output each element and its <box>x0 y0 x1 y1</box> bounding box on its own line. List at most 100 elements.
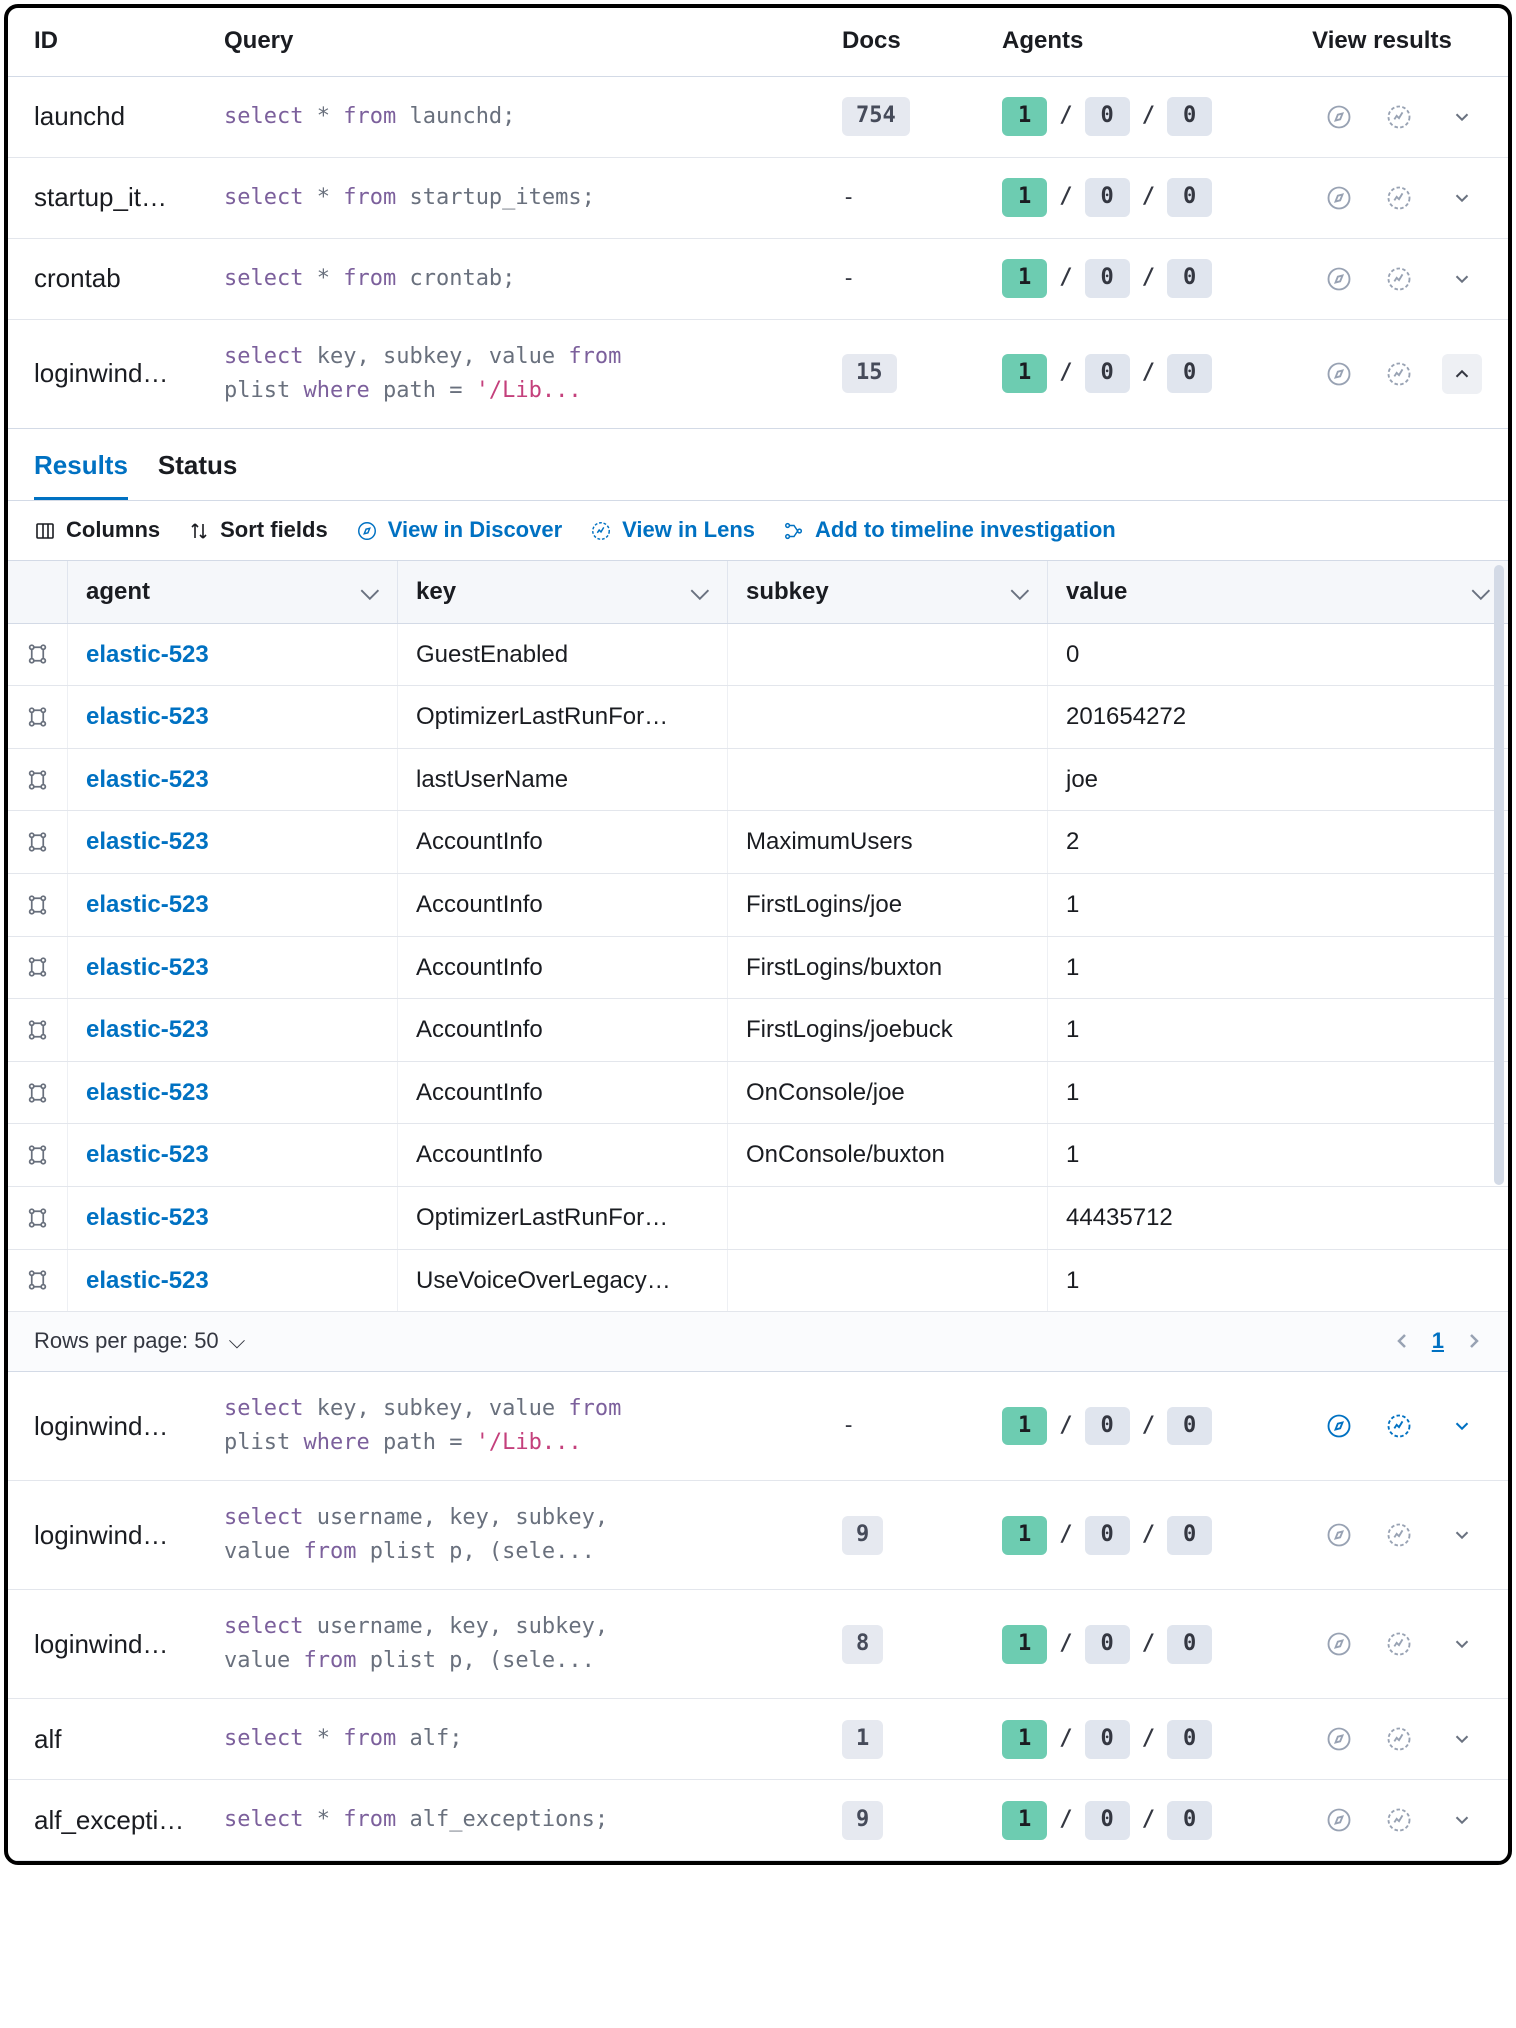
cell-subkey: FirstLogins/buxton <box>728 937 1048 999</box>
tab-status[interactable]: Status <box>158 447 237 500</box>
cell-value: 1 <box>1048 1250 1508 1312</box>
cell-subkey: OnConsole/joe <box>728 1062 1048 1124</box>
lens-icon[interactable] <box>1382 1722 1416 1756</box>
chevron-down-icon: ⌵ <box>1472 575 1490 609</box>
results-toolbar: Columns Sort fields View in Discover Vie… <box>8 501 1508 561</box>
expand-toggle[interactable] <box>1442 1800 1482 1840</box>
agent-pending-chip: 0 <box>1085 1407 1130 1446</box>
lens-icon[interactable] <box>1382 357 1416 391</box>
lens-icon[interactable] <box>1382 100 1416 134</box>
cell-agent[interactable]: elastic-523 <box>68 1062 398 1124</box>
cell-key: lastUserName <box>398 749 728 811</box>
row-tree-icon[interactable] <box>8 749 68 811</box>
header-docs: Docs <box>842 24 1002 58</box>
docs-badge: 1 <box>842 1720 883 1759</box>
lens-icon[interactable] <box>1382 1627 1416 1661</box>
grid-header-value[interactable]: value⌵ <box>1048 561 1508 623</box>
columns-button[interactable]: Columns <box>34 515 160 546</box>
cell-value: joe <box>1048 749 1508 811</box>
row-actions <box>1282 97 1482 137</box>
expand-toggle[interactable] <box>1442 1515 1482 1555</box>
expand-toggle[interactable] <box>1442 354 1482 394</box>
tab-results[interactable]: Results <box>34 447 128 500</box>
docs-badge: 754 <box>842 97 910 136</box>
row-tree-icon[interactable] <box>8 1124 68 1186</box>
row-actions <box>1282 1624 1482 1664</box>
agents-cell: 1 / 0 / 0 <box>1002 1720 1282 1759</box>
grid-header-agent[interactable]: agent⌵ <box>68 561 398 623</box>
row-tree-icon[interactable] <box>8 874 68 936</box>
discover-icon[interactable] <box>1322 1803 1356 1837</box>
expand-toggle[interactable] <box>1442 178 1482 218</box>
docs-cell: 9 <box>842 1516 1002 1555</box>
expand-toggle[interactable] <box>1442 1624 1482 1664</box>
rows-per-page[interactable]: Rows per page: 50 ⌵ <box>34 1326 245 1357</box>
agent-failed-chip: 0 <box>1167 1407 1212 1446</box>
grid-header-subkey[interactable]: subkey⌵ <box>728 561 1048 623</box>
compass-icon <box>356 520 378 542</box>
discover-icon[interactable] <box>1322 1409 1356 1443</box>
lens-icon[interactable] <box>1382 1409 1416 1443</box>
agents-cell: 1 / 0 / 0 <box>1002 97 1282 136</box>
cell-agent[interactable]: elastic-523 <box>68 624 398 686</box>
row-tree-icon[interactable] <box>8 1062 68 1124</box>
row-tree-icon[interactable] <box>8 624 68 686</box>
discover-icon[interactable] <box>1322 181 1356 215</box>
grid-header-key[interactable]: key⌵ <box>398 561 728 623</box>
header-query: Query <box>224 24 842 58</box>
cell-agent[interactable]: elastic-523 <box>68 1250 398 1312</box>
timeline-label: Add to timeline investigation <box>815 515 1116 546</box>
cell-agent[interactable]: elastic-523 <box>68 937 398 999</box>
expand-toggle[interactable] <box>1442 97 1482 137</box>
lens-icon[interactable] <box>1382 262 1416 296</box>
cell-agent[interactable]: elastic-523 <box>68 811 398 873</box>
discover-icon[interactable] <box>1322 1518 1356 1552</box>
expand-toggle[interactable] <box>1442 1406 1482 1446</box>
discover-icon[interactable] <box>1322 100 1356 134</box>
row-tree-icon[interactable] <box>8 686 68 748</box>
page-number[interactable]: 1 <box>1432 1326 1444 1357</box>
discover-icon[interactable] <box>1322 262 1356 296</box>
cell-value: 44435712 <box>1048 1187 1508 1249</box>
discover-icon[interactable] <box>1322 1627 1356 1661</box>
lens-icon[interactable] <box>1382 181 1416 215</box>
sort-button[interactable]: Sort fields <box>188 515 328 546</box>
cell-agent[interactable]: elastic-523 <box>68 999 398 1061</box>
row-tree-icon[interactable] <box>8 811 68 873</box>
discover-icon[interactable] <box>1322 357 1356 391</box>
cell-value: 0 <box>1048 624 1508 686</box>
query-row: crontab select * from crontab; - 1 / 0 /… <box>8 239 1508 320</box>
add-timeline-link[interactable]: Add to timeline investigation <box>783 515 1116 546</box>
row-tree-icon[interactable] <box>8 1187 68 1249</box>
cell-agent[interactable]: elastic-523 <box>68 1187 398 1249</box>
row-tree-icon[interactable] <box>8 937 68 999</box>
expand-toggle[interactable] <box>1442 259 1482 299</box>
agent-failed-chip: 0 <box>1167 259 1212 298</box>
cell-value: 1 <box>1048 1124 1508 1186</box>
query-sql: select key, subkey, value fromplist wher… <box>224 1392 842 1460</box>
query-sql: select * from crontab; <box>224 262 842 296</box>
scrollbar[interactable] <box>1494 565 1504 1185</box>
agent-success-chip: 1 <box>1002 1516 1047 1555</box>
agent-failed-chip: 0 <box>1167 178 1212 217</box>
results-grid: agent⌵ key⌵ subkey⌵ value⌵ elastic-523 G… <box>8 561 1508 1312</box>
lens-icon[interactable] <box>1382 1518 1416 1552</box>
cell-agent[interactable]: elastic-523 <box>68 1124 398 1186</box>
next-page[interactable] <box>1466 1329 1482 1353</box>
discover-icon[interactable] <box>1322 1722 1356 1756</box>
lens-icon[interactable] <box>1382 1803 1416 1837</box>
cell-agent[interactable]: elastic-523 <box>68 874 398 936</box>
row-tree-icon[interactable] <box>8 1250 68 1312</box>
cell-key: GuestEnabled <box>398 624 728 686</box>
docs-cell: - <box>842 182 1002 214</box>
sort-icon <box>188 520 210 542</box>
expand-toggle[interactable] <box>1442 1719 1482 1759</box>
cell-value: 1 <box>1048 1062 1508 1124</box>
view-lens-link[interactable]: View in Lens <box>590 515 755 546</box>
cell-key: AccountInfo <box>398 937 728 999</box>
cell-agent[interactable]: elastic-523 <box>68 749 398 811</box>
view-discover-link[interactable]: View in Discover <box>356 515 562 546</box>
cell-agent[interactable]: elastic-523 <box>68 686 398 748</box>
prev-page[interactable] <box>1394 1329 1410 1353</box>
row-tree-icon[interactable] <box>8 999 68 1061</box>
